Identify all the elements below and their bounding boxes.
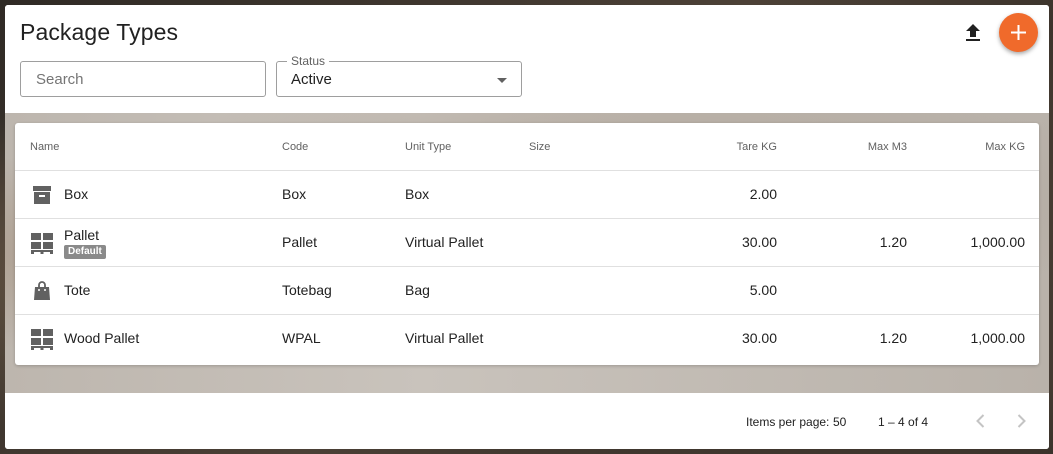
row-tare-kg: 5.00 xyxy=(749,282,777,298)
row-name: Wood Pallet xyxy=(64,330,140,346)
row-name: Pallet xyxy=(64,227,100,243)
status-value: Active xyxy=(291,71,332,88)
paginator: Items per page: 50 1 – 4 of 4 xyxy=(5,393,1049,449)
row-unit-type: Virtual Pallet xyxy=(405,234,484,250)
default-badge: Default xyxy=(64,245,106,259)
content-area: Name Code Unit Type Size Tare KG Max M3 … xyxy=(5,113,1049,393)
table-header: Name Code Unit Type Size Tare KG Max M3 … xyxy=(15,123,1039,171)
table-row[interactable]: Tote Totebag Bag 5.00 xyxy=(15,267,1039,315)
page-title: Package Types xyxy=(20,19,179,45)
column-header-tare-kg[interactable]: Tare KG xyxy=(737,141,777,153)
page-range-label: 1 – 4 of 4 xyxy=(878,415,929,429)
table-row[interactable]: Wood Pallet WPAL Virtual Pallet 30.00 1.… xyxy=(15,315,1039,363)
items-per-page-label: Items per page: xyxy=(746,415,830,429)
row-name: Tote xyxy=(64,282,91,298)
table-row[interactable]: Box Box Box 2.00 xyxy=(15,171,1039,219)
row-max-m3: 1.20 xyxy=(879,330,907,346)
row-code: Pallet xyxy=(282,234,318,250)
items-per-page-select[interactable]: 50 xyxy=(833,415,846,429)
row-tare-kg: 30.00 xyxy=(741,234,777,250)
search-field[interactable] xyxy=(20,61,266,97)
search-input[interactable] xyxy=(21,62,265,96)
row-tare-kg: 30.00 xyxy=(741,330,777,346)
chevron-left-icon xyxy=(976,414,985,428)
row-max-kg: 1,000.00 xyxy=(970,234,1026,250)
column-header-name[interactable]: Name xyxy=(30,141,59,153)
pallet-icon xyxy=(31,233,53,254)
package-types-panel: Package Types Status Active Name Code xyxy=(5,5,1049,449)
column-header-max-m3[interactable]: Max M3 xyxy=(868,141,907,153)
row-name: Box xyxy=(64,186,89,202)
page-header: Package Types Status Active xyxy=(5,5,1049,113)
row-unit-type: Bag xyxy=(405,282,430,298)
archive-box-icon xyxy=(33,186,51,204)
row-code: Box xyxy=(282,186,307,202)
add-package-type-button[interactable] xyxy=(999,13,1038,52)
row-unit-type: Box xyxy=(405,186,430,202)
next-page-button[interactable] xyxy=(1011,411,1031,431)
row-max-m3: 1.20 xyxy=(879,234,907,250)
chevron-down-icon xyxy=(497,78,507,83)
upload-button[interactable] xyxy=(961,21,985,45)
row-unit-type: Virtual Pallet xyxy=(405,330,484,346)
column-header-unit-type[interactable]: Unit Type xyxy=(405,141,451,153)
column-header-max-kg[interactable]: Max KG xyxy=(985,141,1025,153)
row-max-kg: 1,000.00 xyxy=(970,330,1026,346)
add-icon xyxy=(1011,25,1026,40)
package-types-table: Name Code Unit Type Size Tare KG Max M3 … xyxy=(15,123,1039,365)
chevron-right-icon xyxy=(1017,414,1026,428)
previous-page-button[interactable] xyxy=(971,411,991,431)
upload-icon xyxy=(966,24,980,41)
status-label: Status xyxy=(287,54,330,68)
pallet-icon xyxy=(31,329,53,350)
column-header-size[interactable]: Size xyxy=(529,141,550,153)
status-select[interactable]: Status Active xyxy=(276,54,522,97)
row-tare-kg: 2.00 xyxy=(749,186,777,202)
shopping-bag-icon xyxy=(34,281,50,300)
row-code: WPAL xyxy=(282,330,321,346)
table-row[interactable]: Pallet Default Pallet Virtual Pallet 30.… xyxy=(15,219,1039,267)
row-code: Totebag xyxy=(282,282,332,298)
column-header-code[interactable]: Code xyxy=(282,141,308,153)
